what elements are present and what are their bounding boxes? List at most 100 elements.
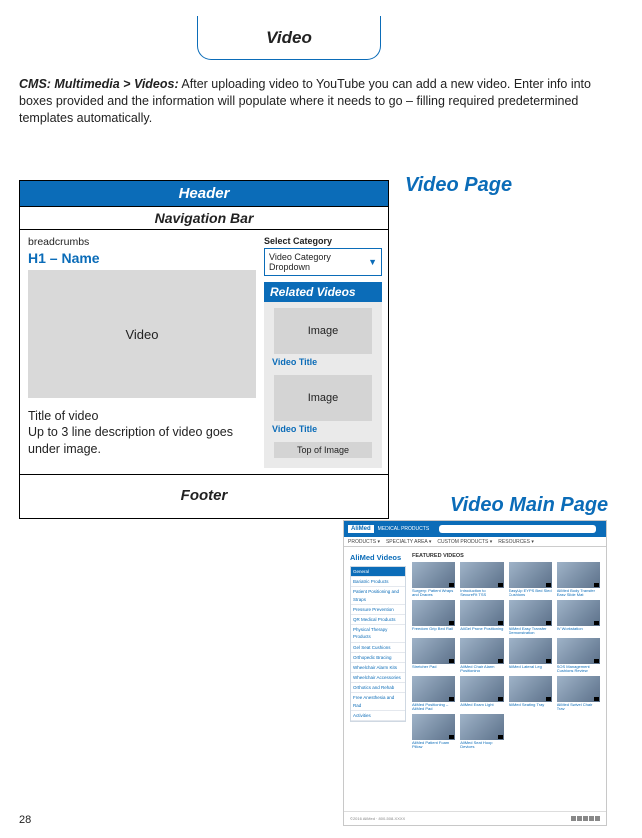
video-desc-line: Up to 3 line description of video goes u… — [28, 424, 256, 457]
logo: AliMed — [348, 525, 374, 533]
page-number: 28 — [19, 814, 31, 826]
video-grid: Surgery: Patient Wraps and Drapes Introdu… — [412, 562, 600, 748]
video-caption: AliMed Swivel Chair Tray — [557, 702, 600, 710]
video-thumbnail[interactable] — [412, 562, 455, 588]
sidebar-item[interactable]: Bariatric Products — [351, 577, 405, 587]
main-page-title: AliMed Videos — [350, 553, 406, 562]
sidebar-item[interactable]: Pressure Prevention — [351, 605, 405, 615]
page-title: H1 – Name — [28, 250, 256, 270]
nav-item[interactable]: CUSTOM PRODUCTS ▾ — [437, 539, 492, 545]
video-cell[interactable]: Stretcher Pad — [412, 638, 455, 672]
top-of-image-label: Top of Image — [274, 442, 372, 458]
video-cell[interactable]: AliMed Easy Transfer Demonstration — [509, 600, 552, 634]
video-cell[interactable]: AliMed Patient Foam Pillow — [412, 714, 455, 748]
video-cell[interactable]: AliMed Positioning – AliMed Pad — [412, 676, 455, 710]
sidebar-item[interactable]: QR Medical Products — [351, 615, 405, 625]
wireframe-navbar: Navigation Bar — [20, 207, 388, 230]
sidebar-item[interactable]: Activities — [351, 711, 405, 721]
video-thumbnail[interactable] — [460, 676, 503, 702]
video-page-wireframe: Header Navigation Bar breadcrumbs H1 – N… — [19, 180, 389, 519]
video-thumbnail[interactable] — [557, 600, 600, 626]
chevron-down-icon: ▼ — [368, 257, 377, 267]
video-main-screenshot: AliMed MEDICAL PRODUCTS PRODUCTS ▾ SPECI… — [343, 520, 607, 826]
video-cell[interactable]: AliMed Lateral Leg — [509, 638, 552, 672]
video-cell[interactable]: EasyUp EYPS Bed Sled Cushions — [509, 562, 552, 596]
related-video-title: Video Title — [270, 354, 376, 375]
sidebar-item[interactable]: Physical Therapy Products — [351, 625, 405, 642]
sidebar-item[interactable]: Free Anesthesia and Rad — [351, 693, 405, 710]
video-thumbnail[interactable] — [412, 714, 455, 740]
video-cell[interactable]: Freedom Grip Bed Rail — [412, 600, 455, 634]
video-caption: AliMed Seating Tray — [509, 702, 552, 710]
video-thumbnail[interactable] — [557, 638, 600, 664]
topbar-title: MEDICAL PRODUCTS — [378, 526, 430, 532]
video-cell[interactable]: AliMed Body Transfer Easy Slide Mat — [557, 562, 600, 596]
sidebar-item[interactable]: Wheelchair Alarm Kits — [351, 663, 405, 673]
sidebar-category-list: General Bariatric Products Patient Posit… — [350, 566, 406, 722]
video-cell[interactable]: AliMed Seat Hoop Devices — [460, 714, 503, 748]
sidebar-item[interactable]: Orthopedic Bracing — [351, 653, 405, 663]
video-caption: AliMed Positioning – AliMed Pad — [412, 702, 455, 710]
video-placeholder: Video — [28, 270, 256, 398]
video-cell[interactable]: AliMed Seating Tray — [509, 676, 552, 710]
video-caption: Surgery: Patient Wraps and Drapes — [412, 588, 455, 596]
video-thumbnail[interactable] — [460, 638, 503, 664]
sidebar-item[interactable]: Wheelchair Accessories — [351, 673, 405, 683]
wireframe-footer: Footer — [20, 475, 388, 518]
nav-item[interactable]: SPECIALTY AREA ▾ — [386, 539, 431, 545]
related-video-title: Video Title — [270, 421, 376, 442]
video-caption: AliMed Patient Foam Pillow — [412, 740, 455, 748]
video-thumbnail[interactable] — [412, 676, 455, 702]
section-title-video-main: Video Main Page — [450, 494, 608, 517]
related-thumbnail[interactable]: Image — [274, 308, 372, 354]
video-thumbnail[interactable] — [557, 562, 600, 588]
video-caption: AliMed Chair Alarm Positioning — [460, 664, 503, 672]
screenshot-navbar: PRODUCTS ▾ SPECIALTY AREA ▾ CUSTOM PRODU… — [344, 537, 606, 547]
video-caption: AliGel Prone Positioning — [460, 626, 503, 634]
video-thumbnail[interactable] — [509, 600, 552, 626]
video-thumbnail[interactable] — [509, 676, 552, 702]
search-input[interactable] — [439, 525, 596, 533]
related-thumbnail[interactable]: Image — [274, 375, 372, 421]
select-category-label: Select Category — [264, 236, 382, 246]
video-caption: AliMed Body Transfer Easy Slide Mat — [557, 588, 600, 596]
video-thumbnail[interactable] — [412, 638, 455, 664]
video-caption: EasyUp EYPS Bed Sled Cushions — [509, 588, 552, 596]
video-cell[interactable]: IV Workstation — [557, 600, 600, 634]
video-cell[interactable]: AliMed Swivel Chair Tray — [557, 676, 600, 710]
section-title-video-page: Video Page — [405, 174, 512, 197]
video-caption: Freedom Grip Bed Rail — [412, 626, 455, 634]
video-cell[interactable]: SOS Management Cushions Review — [557, 638, 600, 672]
video-title-line: Title of video — [28, 408, 256, 424]
related-videos-panel: Related Videos Image Video Title Image V… — [264, 282, 382, 468]
video-thumbnail[interactable] — [509, 638, 552, 664]
video-cell[interactable]: AliGel Prone Positioning — [460, 600, 503, 634]
video-cell[interactable]: Surgery: Patient Wraps and Drapes — [412, 562, 455, 596]
video-caption: AliMed Easy Transfer Demonstration — [509, 626, 552, 634]
video-thumbnail[interactable] — [412, 600, 455, 626]
video-thumbnail[interactable] — [460, 562, 503, 588]
sidebar-item[interactable]: Orthotics and Rehab — [351, 683, 405, 693]
video-thumbnail[interactable] — [460, 600, 503, 626]
nav-item[interactable]: RESOURCES ▾ — [498, 539, 534, 545]
video-thumbnail[interactable] — [557, 676, 600, 702]
video-cell[interactable]: Introduction to SecureFit TSS — [460, 562, 503, 596]
page-tab: Video — [197, 16, 381, 60]
sidebar-item[interactable]: Gel Seat Cushions — [351, 643, 405, 653]
video-cell[interactable]: AliMed Exam Light — [460, 676, 503, 710]
category-dropdown[interactable]: Video Category Dropdown ▼ — [264, 248, 382, 276]
video-caption: Introduction to SecureFit TSS — [460, 588, 503, 596]
video-caption: IV Workstation — [557, 626, 600, 634]
nav-item[interactable]: PRODUCTS ▾ — [348, 539, 380, 545]
breadcrumb: breadcrumbs — [28, 236, 256, 250]
featured-label: FEATURED VIDEOS — [412, 553, 600, 559]
sidebar-item[interactable]: Patient Positioning and Straps — [351, 587, 405, 604]
screenshot-footer: ©2016 AliMed · 800-508-XXXX — [344, 811, 606, 825]
screenshot-topbar: AliMed MEDICAL PRODUCTS — [344, 521, 606, 537]
dropdown-value: Video Category Dropdown — [269, 252, 368, 272]
video-thumbnail[interactable] — [509, 562, 552, 588]
video-thumbnail[interactable] — [460, 714, 503, 740]
sidebar-item[interactable]: General — [351, 567, 405, 577]
video-cell[interactable]: AliMed Chair Alarm Positioning — [460, 638, 503, 672]
intro-prefix: CMS: Multimedia > Videos: — [19, 77, 179, 91]
